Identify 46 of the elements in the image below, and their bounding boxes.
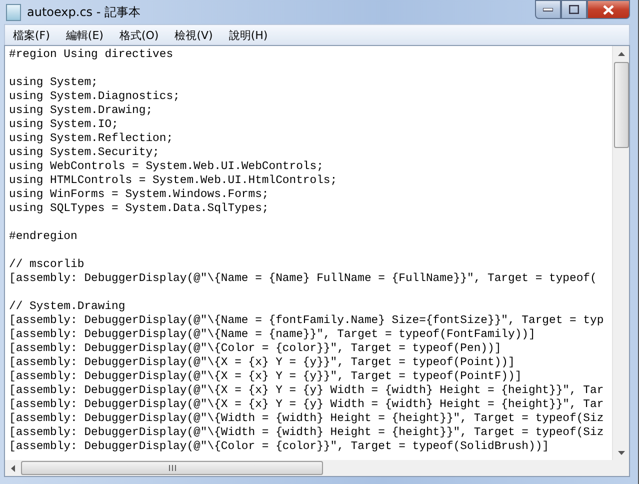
code-line: #endregion (9, 230, 78, 244)
scroll-thumb[interactable] (614, 62, 628, 148)
code-line: using System; (9, 76, 99, 90)
code-line: [assembly: DebuggerDisplay(@"\{Name = {name}}", Target = typeof(FontFamily))] (9, 328, 536, 342)
menu-item[interactable]: 檔案(F) (5, 28, 58, 42)
up-arrow-icon[interactable] (618, 52, 624, 56)
code-line: using System.Security; (9, 146, 160, 160)
code-line: [assembly: DebuggerDisplay(@"\{X = {x} Y = {y} Width = {width} Height = {height}}", Tar (9, 384, 605, 398)
code-line: using System.Reflection; (9, 132, 174, 146)
code-line: #region Using directives (9, 48, 174, 62)
code-line: [assembly: DebuggerDisplay(@"\{Width = {width} Height = {height}}", Target = typeof(Siz (9, 426, 605, 440)
code-line: [assembly: DebuggerDisplay(@"\{Width = {width} Height = {height}}", Target = typeof(Siz (9, 412, 605, 426)
code-line: [assembly: DebuggerDisplay(@"\{X = {x} Y = {y}}", Target = typeof(PointF))] (9, 370, 523, 384)
code-line: [assembly: DebuggerDisplay(@"\{X = {x} Y = {y} Width = {width} Height = {height}}", Tar (9, 398, 605, 412)
code-line: using System.IO; (9, 118, 120, 132)
grip-icon (168, 465, 176, 471)
code-line: // mscorlib (9, 258, 86, 272)
menu-item[interactable]: 說明(H) (220, 28, 276, 42)
code-line: [assembly: DebuggerDisplay(@"\{Color = {color}}", Target = typeof(SolidBrush))] (9, 440, 550, 454)
minimize-icon (543, 8, 553, 12)
vertical-scrollbar[interactable] (612, 46, 629, 460)
code-line: using System.Diagnostics; (9, 90, 181, 104)
left-arrow-icon[interactable] (11, 464, 15, 472)
window-title: autoexp.cs - 記事本 (27, 4, 141, 20)
maximize-icon (569, 5, 579, 14)
notepad-icon (6, 4, 21, 20)
minimize-button[interactable] (535, 0, 561, 19)
code-line: [assembly: DebuggerDisplay(@"\{Name = {Name} FullName = {FullName}}", Target = typeof( (9, 272, 598, 286)
code-line: [assembly: DebuggerDisplay(@"\{X = {x} Y = {y}}", Target = typeof(Point))] (9, 356, 516, 370)
code-line: using HTMLControls = System.Web.UI.HtmlControls; (9, 174, 338, 188)
scroll-thumb[interactable] (21, 461, 323, 475)
menu-item[interactable]: 檢視(V) (166, 28, 221, 42)
code-line: using SQLTypes = System.Data.SqlTypes; (9, 202, 270, 216)
menu-item[interactable]: 格式(O) (111, 28, 167, 42)
horizontal-scrollbar[interactable] (5, 460, 612, 476)
code-line: // System.Drawing (9, 300, 126, 314)
close-icon (603, 4, 614, 14)
menu-item[interactable]: 編輯(E) (58, 28, 112, 42)
code-line: [assembly: DebuggerDisplay(@"\{Name = {fontFamily.Name} Size={fontSize}}", Target = typ (9, 314, 605, 328)
code-line: using System.Drawing; (9, 104, 154, 118)
down-arrow-icon[interactable] (618, 451, 624, 455)
code-line: [assembly: DebuggerDisplay(@"\{Color = {color}}", Target = typeof(Pen))] (9, 342, 502, 356)
maximize-button[interactable] (561, 0, 587, 19)
close-button[interactable] (587, 0, 630, 19)
code-line: using WebControls = System.Web.UI.WebControls; (9, 160, 324, 174)
code-line: using WinForms = System.Windows.Forms; (9, 188, 270, 202)
